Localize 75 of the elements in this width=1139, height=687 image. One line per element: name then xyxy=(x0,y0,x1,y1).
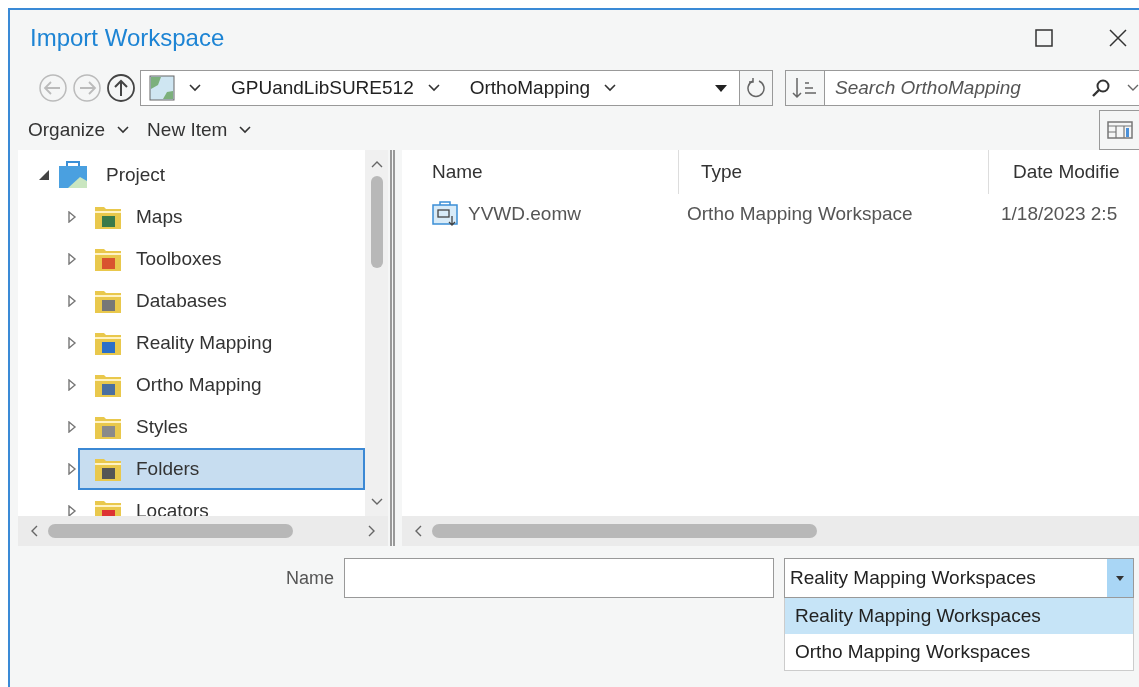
breadcrumb[interactable]: GPUandLibSURE512 xyxy=(231,77,414,99)
refresh-button[interactable] xyxy=(739,70,773,106)
tree-item[interactable]: Reality Mapping xyxy=(78,322,365,364)
search-bar[interactable]: Search OrthoMapping xyxy=(825,70,1139,106)
sort-icon xyxy=(792,77,818,99)
search-icon[interactable] xyxy=(1091,78,1111,98)
project-icon xyxy=(58,161,88,189)
columns-icon xyxy=(1107,120,1133,140)
expand-toggle-icon[interactable] xyxy=(66,253,78,265)
name-field[interactable] xyxy=(344,558,774,598)
tree-item[interactable]: Project xyxy=(50,154,365,196)
scroll-thumb[interactable] xyxy=(370,176,383,268)
dropdown-button[interactable] xyxy=(1107,559,1133,597)
column-header[interactable]: Date Modifie xyxy=(989,150,1120,194)
caret-icon xyxy=(1116,575,1124,581)
folder-icon xyxy=(94,330,122,356)
folder-icon xyxy=(94,456,122,482)
file-type-dropdown[interactable]: Reality Mapping Workspaces xyxy=(784,558,1134,598)
dropdown-option[interactable]: Reality Mapping Workspaces xyxy=(785,598,1133,634)
folder-icon xyxy=(94,372,122,398)
folder-icon xyxy=(94,246,122,272)
view-button[interactable] xyxy=(1099,110,1139,150)
dropdown-option[interactable]: Ortho Mapping Workspaces xyxy=(785,634,1133,670)
expand-toggle-icon[interactable] xyxy=(66,337,78,349)
expand-toggle-icon[interactable] xyxy=(66,505,78,516)
toolbar-menu-button[interactable]: New Item xyxy=(147,119,252,141)
expand-toggle-icon[interactable] xyxy=(66,421,78,433)
window-title: Import Workspace xyxy=(30,24,225,52)
scroll-left-icon[interactable] xyxy=(30,525,38,537)
horizontal-scrollbar[interactable] xyxy=(402,516,1139,546)
expand-toggle-icon[interactable] xyxy=(66,295,78,307)
address-bar[interactable]: GPUandLibSURE512 OrthoMapping xyxy=(140,70,740,106)
tree-item[interactable]: Maps xyxy=(78,196,365,238)
table-cell-text: 1/18/2023 2:5 xyxy=(1000,203,1118,225)
folder-icon xyxy=(94,288,122,314)
close-icon[interactable] xyxy=(1108,28,1128,48)
refresh-icon xyxy=(745,77,767,99)
scroll-left-icon[interactable] xyxy=(414,525,422,537)
expand-toggle-icon[interactable] xyxy=(66,379,78,391)
chevron-icon[interactable] xyxy=(427,84,440,92)
tree-item[interactable]: Toolboxes xyxy=(78,238,365,280)
folder-icon xyxy=(94,204,122,230)
workspace-file-icon xyxy=(432,201,458,227)
expand-toggle-icon[interactable] xyxy=(38,169,50,181)
sort-button[interactable] xyxy=(785,70,825,106)
tree-item[interactable]: Ortho Mapping xyxy=(78,364,365,406)
chevron-icon xyxy=(239,126,252,134)
name-label: Name xyxy=(285,567,335,590)
chevron-icon[interactable] xyxy=(1127,84,1139,92)
maximize-icon[interactable] xyxy=(1035,29,1053,47)
file-name[interactable]: YVWD.eomw xyxy=(468,203,581,225)
toolbar-menu-button[interactable]: Organize xyxy=(28,119,130,141)
expand-toggle-icon[interactable] xyxy=(66,463,78,475)
tree-item[interactable]: Databases xyxy=(78,280,365,322)
table-cell-text: Ortho Mapping Workspace xyxy=(686,203,914,225)
scroll-thumb[interactable] xyxy=(432,524,817,538)
chevron-icon xyxy=(117,126,130,134)
expand-toggle-icon[interactable] xyxy=(66,211,78,223)
breadcrumb[interactable]: OrthoMapping xyxy=(469,77,591,99)
tree-item[interactable]: Styles xyxy=(78,406,365,448)
up-icon[interactable] xyxy=(106,73,136,103)
dropdown-icon[interactable] xyxy=(715,84,727,92)
chevron-icon[interactable] xyxy=(189,84,201,92)
scroll-up-icon[interactable] xyxy=(370,160,383,168)
scroll-thumb[interactable] xyxy=(48,524,293,538)
scroll-down-icon[interactable] xyxy=(370,498,383,506)
vertical-scrollbar[interactable] xyxy=(365,150,388,516)
chevron-icon[interactable] xyxy=(604,84,617,92)
column-header[interactable]: Type xyxy=(679,150,989,194)
tree-item[interactable]: Folders xyxy=(78,448,365,490)
scroll-right-icon[interactable] xyxy=(368,525,376,537)
column-header[interactable]: Name xyxy=(402,150,679,194)
map-icon xyxy=(149,75,175,101)
horizontal-scrollbar[interactable] xyxy=(18,516,388,546)
folder-icon xyxy=(94,414,122,440)
